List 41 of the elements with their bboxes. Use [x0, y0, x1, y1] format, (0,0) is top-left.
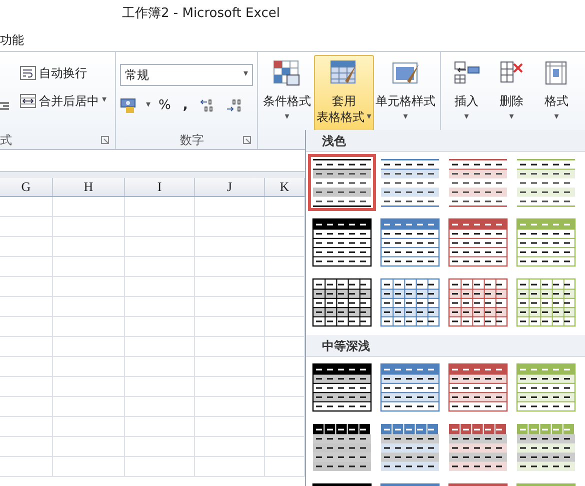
number-format-dropdown[interactable]: 常规 ▾	[120, 64, 253, 86]
ribbon-button[interactable]: 插入 ▾	[444, 55, 489, 131]
dialog-launcher-icon[interactable]	[243, 136, 251, 144]
menu-item[interactable]: 功能	[0, 30, 24, 48]
wrap-text-icon	[20, 66, 36, 80]
caret-icon[interactable]: ▾	[554, 109, 559, 125]
column-header[interactable]: G	[0, 178, 53, 196]
window-title: 工作簿2 - Microsoft Excel	[122, 5, 280, 24]
ribbon-button[interactable]: 套用 表格格式 ▾	[314, 55, 374, 131]
merge-cells-icon	[20, 94, 36, 108]
merge-center-button[interactable]: 合并后居中 ▾	[20, 92, 107, 110]
button-label: 套用	[332, 93, 356, 109]
align-right-icon[interactable]	[0, 102, 9, 111]
percent-button[interactable]: %	[158, 96, 171, 116]
column-header[interactable]: I	[125, 178, 195, 196]
caret-icon[interactable]: ▾	[366, 109, 372, 125]
caret-icon[interactable]: ▾	[284, 109, 290, 125]
wrap-text-button[interactable]: 自动换行	[20, 64, 107, 82]
button-label: 条件格式	[263, 93, 311, 109]
column-header[interactable]: J	[195, 178, 265, 196]
group-label: 数字	[180, 132, 204, 149]
group-label: 式	[0, 132, 12, 149]
comma-button[interactable]: ,	[178, 96, 192, 116]
button-label: 格式	[544, 93, 568, 109]
conditional-icon	[272, 59, 302, 87]
section-heading: 浅色	[322, 132, 346, 150]
button-label: 表格格式	[316, 109, 365, 125]
button-label: 删除	[500, 93, 524, 109]
caret-icon[interactable]: ▾	[403, 109, 408, 125]
section-heading: 中等深浅	[322, 338, 370, 354]
column-header[interactable]: H	[53, 178, 125, 196]
button-label: 插入	[454, 93, 478, 109]
currency-icon[interactable]	[120, 98, 138, 114]
ribbon-button[interactable]: 条件格式 ▾	[260, 55, 314, 131]
caret-icon[interactable]: ▾	[509, 109, 514, 125]
caret-icon[interactable]: ▾	[464, 109, 469, 125]
caret-icon[interactable]: ▾	[146, 99, 151, 113]
ribbon-button[interactable]: 格式 ▾	[534, 55, 579, 131]
button-label: 单元格样式	[376, 93, 436, 109]
dialog-launcher-icon[interactable]	[101, 136, 109, 144]
table-style-option[interactable]	[308, 154, 376, 211]
